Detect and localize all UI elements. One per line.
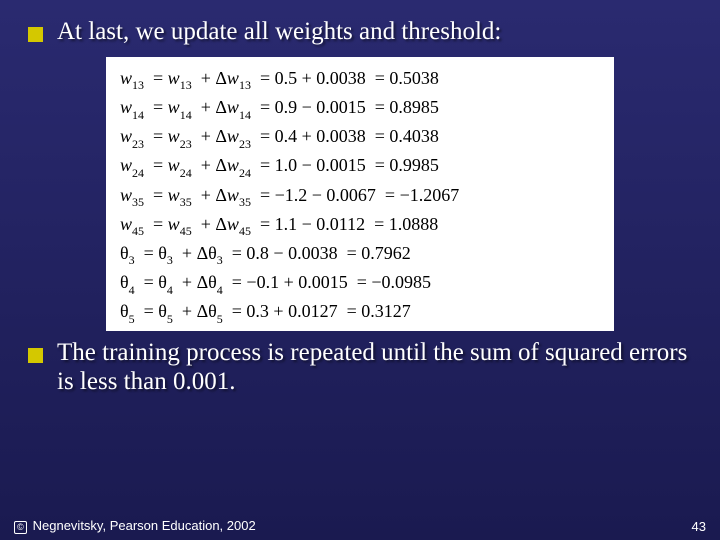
footer: © Negnevitsky, Pearson Education, 2002 4… (14, 518, 706, 534)
page-number: 43 (692, 519, 706, 534)
equations-panel: w13 = w13 + Δw13 = 0.5 + 0.0038 = 0.5038… (106, 57, 614, 332)
eq-t5: θ5 = θ5 + Δθ5 = 0.3 + 0.0127 = 0.3127 (120, 298, 600, 327)
eq-w45: w45 = w45 + Δw45 = 1.1 − 0.0112 = 1.0888 (120, 211, 600, 240)
eq-w35: w35 = w35 + Δw35 = −1.2 − 0.0067 = −1.20… (120, 182, 600, 211)
bullet-icon (28, 27, 43, 42)
eq-w24: w24 = w24 + Δw24 = 1.0 − 0.0015 = 0.9985 (120, 152, 600, 181)
eq-w14: w14 = w14 + Δw14 = 0.9 − 0.0015 = 0.8985 (120, 94, 600, 123)
bullet-icon (28, 348, 43, 363)
eq-w23: w23 = w23 + Δw23 = 0.4 + 0.0038 = 0.4038 (120, 123, 600, 152)
bullet-bottom-row: The training process is repeated until t… (0, 339, 720, 397)
copyright-text: Negnevitsky, Pearson Education, 2002 (33, 518, 256, 533)
slide: At last, we update all weights and thres… (0, 0, 720, 540)
copyright-icon: © (14, 521, 27, 534)
eq-w13: w13 = w13 + Δw13 = 0.5 + 0.0038 = 0.5038 (120, 65, 600, 94)
bullet-top-text: At last, we update all weights and thres… (57, 18, 501, 47)
eq-t4: θ4 = θ4 + Δθ4 = −0.1 + 0.0015 = −0.0985 (120, 269, 600, 298)
eq-t3: θ3 = θ3 + Δθ3 = 0.8 − 0.0038 = 0.7962 (120, 240, 600, 269)
copyright: © Negnevitsky, Pearson Education, 2002 (14, 518, 256, 534)
bullet-top-row: At last, we update all weights and thres… (0, 0, 720, 47)
bullet-bottom-text: The training process is repeated until t… (57, 339, 692, 397)
